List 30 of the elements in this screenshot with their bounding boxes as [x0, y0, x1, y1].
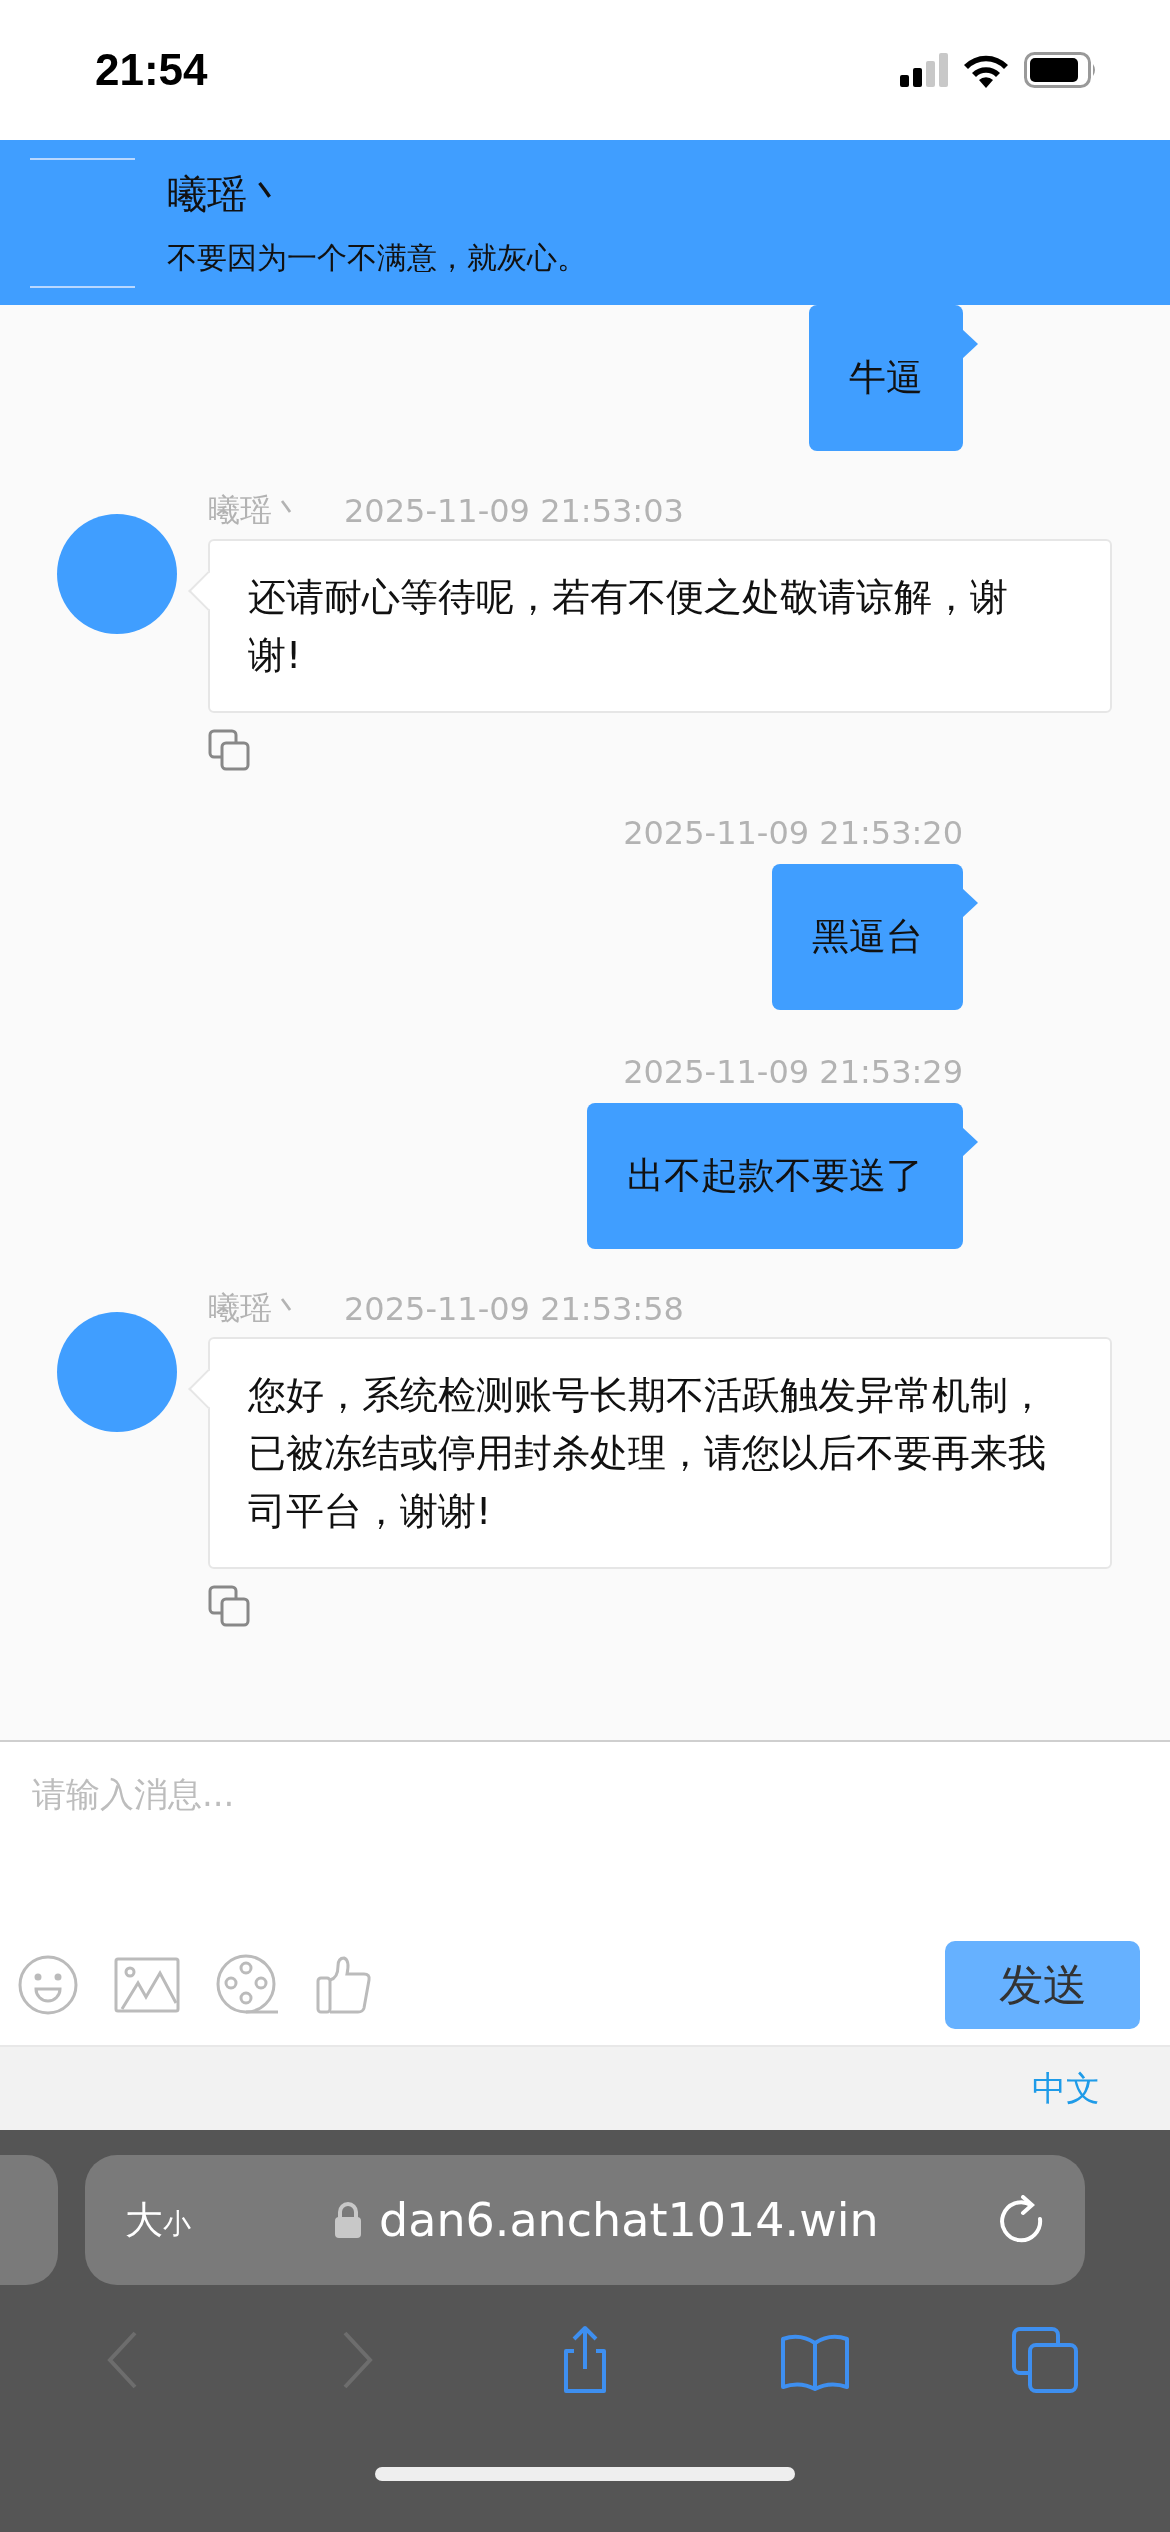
sender-name: 曦瑶丶 — [208, 490, 304, 531]
previous-tab[interactable] — [0, 2155, 58, 2285]
signal-icon — [900, 53, 948, 87]
message-time: 2025-11-09 21:53:03 — [344, 492, 684, 530]
address-bar[interactable]: 大小 dan6.anchat1014.win — [85, 2155, 1085, 2285]
message-field[interactable]: 请输入消息... — [0, 1742, 1170, 1941]
lock-icon — [335, 2202, 361, 2238]
tabs-icon[interactable] — [1010, 2325, 1080, 2395]
message-time: 2025-11-09 21:53:58 — [344, 1290, 684, 1328]
bubble-tail — [962, 329, 978, 359]
contact-name: 曦瑶丶 — [167, 169, 288, 219]
message-time: 2025-11-09 21:53:29 — [623, 1053, 963, 1091]
thumbs-up-icon[interactable] — [316, 1956, 372, 2014]
url-text: dan6.anchat1014.win — [379, 2193, 879, 2247]
language-link[interactable]: 中文 — [1032, 2065, 1100, 2112]
copy-icon[interactable] — [208, 729, 250, 771]
contact-motto: 不要因为一个不满意，就灰心。 — [167, 238, 587, 277]
reload-icon[interactable] — [999, 2195, 1045, 2245]
bubble-tail — [962, 888, 978, 918]
bubble-tail — [962, 1127, 978, 1157]
image-icon[interactable] — [114, 1957, 180, 2013]
message-time: 2025-11-09 21:53:20 — [623, 814, 963, 852]
battery-icon — [1024, 52, 1098, 88]
copy-icon[interactable] — [208, 1585, 250, 1627]
send-button[interactable]: 发送 — [945, 1941, 1140, 2029]
sender-name: 曦瑶丶 — [208, 1288, 304, 1329]
status-time: 21:54 — [95, 45, 208, 95]
text-size-button[interactable]: 大小 — [125, 2194, 315, 2246]
film-reel-icon[interactable] — [216, 1954, 280, 2016]
smiley-icon[interactable] — [18, 1955, 78, 2015]
